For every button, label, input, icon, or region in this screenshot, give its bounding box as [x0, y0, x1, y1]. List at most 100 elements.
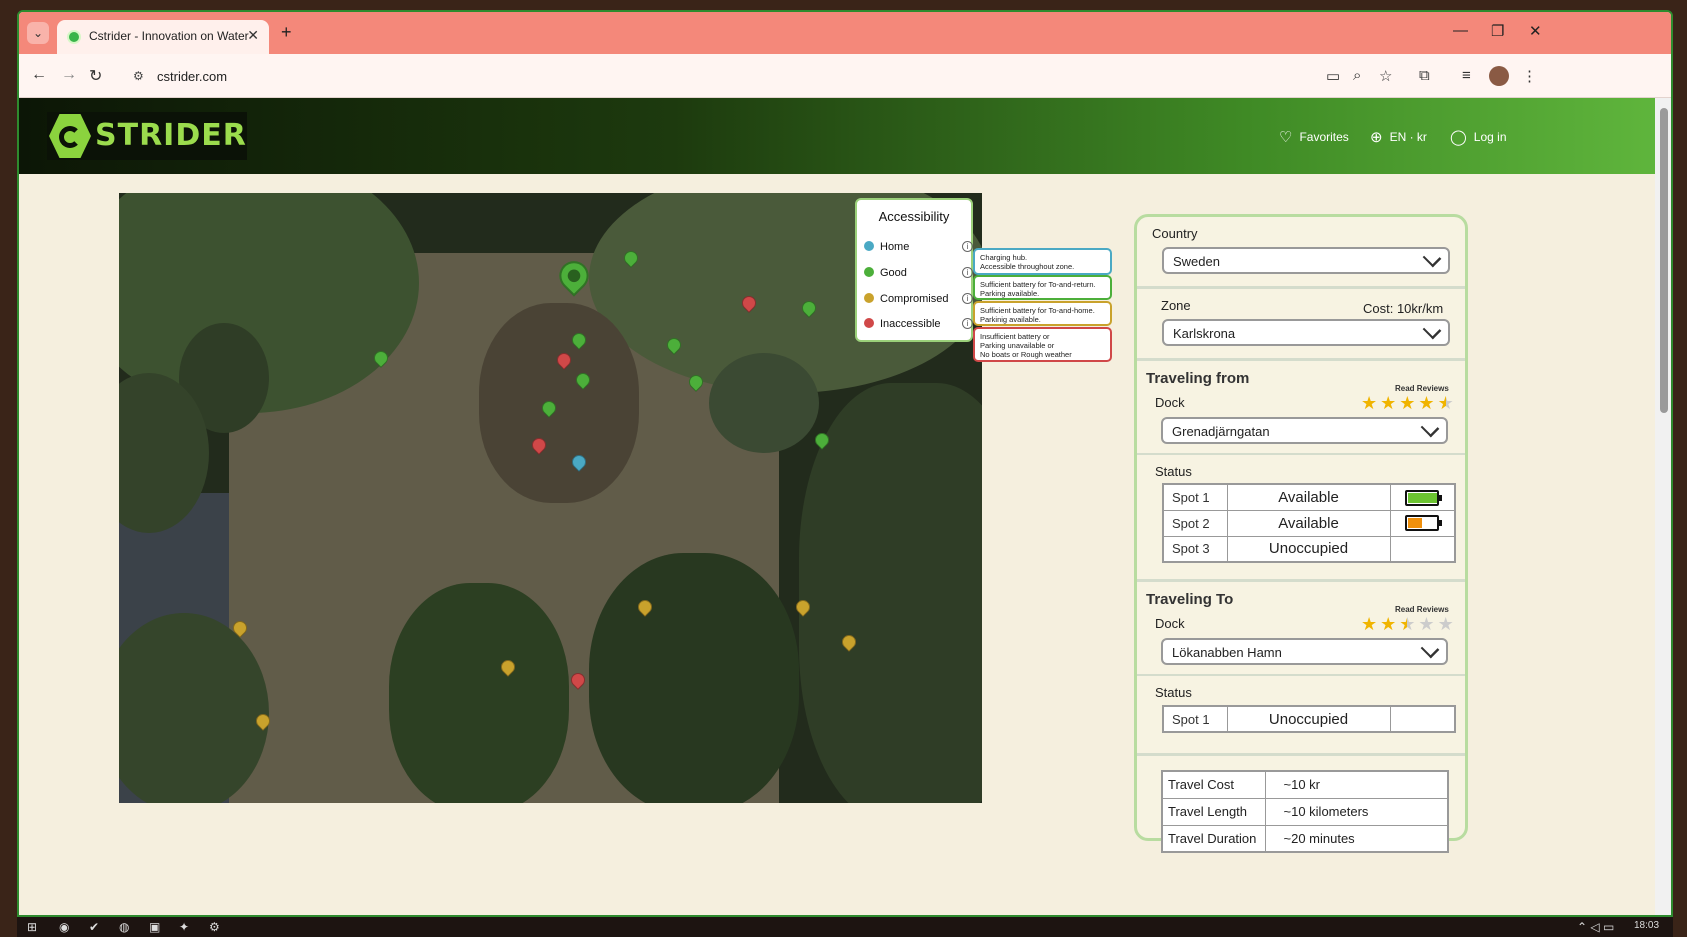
tooltip-line: Parkinig available.: [980, 315, 1041, 324]
map-pin-good[interactable]: [664, 335, 684, 356]
spot-name: Spot 1: [1162, 483, 1228, 511]
map-pin-compromised[interactable]: [230, 618, 250, 639]
settings-gear-icon[interactable]: ⚙: [209, 920, 220, 934]
restore-icon[interactable]: ❐: [1491, 22, 1504, 40]
profile-avatar[interactable]: [1489, 66, 1509, 86]
minimize-icon[interactable]: —: [1453, 22, 1468, 39]
map-pin-compromised[interactable]: [498, 657, 518, 678]
tab-close-icon[interactable]: ✕: [247, 27, 259, 44]
country-select[interactable]: Sweden: [1162, 247, 1450, 274]
map-pin-inaccessible[interactable]: [739, 293, 759, 314]
map-pin-good[interactable]: [539, 398, 559, 419]
map-pin-good[interactable]: [573, 370, 593, 391]
table-row: Spot 1 Unoccupied: [1162, 705, 1456, 733]
extensions-icon[interactable]: ⧉: [1419, 67, 1430, 84]
nav-favorites[interactable]: ♡ Favorites: [1279, 128, 1349, 146]
reload-icon[interactable]: ↻: [89, 66, 102, 86]
map-pin-inaccessible[interactable]: [529, 435, 549, 456]
map-pin-compromised[interactable]: [839, 632, 859, 653]
map-pin-good[interactable]: [621, 248, 641, 269]
map-pin-good[interactable]: [371, 348, 391, 369]
browser-menu-icon[interactable]: ⋮: [1522, 67, 1537, 85]
map-pin-good[interactable]: [569, 330, 589, 351]
spot-state: Available: [1226, 509, 1391, 537]
discord-icon[interactable]: ◍: [119, 920, 129, 934]
spot-battery: [1389, 705, 1456, 733]
cstrider-logo[interactable]: STRIDER: [47, 112, 247, 160]
legend-title: Accessibility: [878, 209, 950, 224]
star-icon: ★: [1361, 614, 1378, 634]
to-status-table: Spot 1 Unoccupied: [1162, 705, 1456, 733]
travel-value: ~10 kilometers: [1264, 797, 1449, 826]
travel-value: ~10 kr: [1264, 770, 1449, 799]
map-pin-compromised[interactable]: [635, 597, 655, 618]
from-read-reviews-link[interactable]: Read Reviews: [1395, 384, 1449, 393]
url-text[interactable]: cstrider.com: [157, 69, 227, 84]
map-pin-good[interactable]: [799, 298, 819, 319]
traveling-to-heading: Traveling To: [1146, 591, 1234, 608]
clock[interactable]: 18:03: [1634, 920, 1659, 931]
install-app-icon[interactable]: ▭: [1326, 67, 1340, 85]
spot-battery: [1389, 509, 1456, 537]
chrome-icon[interactable]: ◉: [59, 920, 69, 934]
media-controls-icon[interactable]: ≡: [1462, 67, 1471, 84]
map-pin-inaccessible[interactable]: [554, 350, 574, 371]
battery-icon: [1405, 489, 1443, 506]
travel-key: Travel Cost: [1161, 770, 1266, 799]
forward-icon[interactable]: →: [61, 66, 77, 84]
star-icon: ★: [1399, 393, 1416, 413]
windows-start-icon[interactable]: ⊞: [27, 920, 37, 934]
chevron-down-icon: [1420, 639, 1440, 659]
travel-key: Travel Length: [1161, 797, 1266, 826]
globe-icon: ⊕: [1370, 129, 1383, 146]
legend-item-label: Good: [880, 267, 907, 279]
steam-icon[interactable]: ✔: [89, 920, 99, 934]
zone-label: Zone: [1161, 298, 1191, 313]
map-pin-inaccessible[interactable]: [568, 670, 588, 691]
traveling-from-heading: Traveling from: [1146, 370, 1250, 387]
tooltip-line: Insufficient battery or: [980, 332, 1050, 341]
good-swatch-icon: [864, 267, 874, 277]
info-icon[interactable]: i: [962, 241, 973, 252]
nav-login[interactable]: ◯ Log in: [1450, 128, 1507, 146]
page-scrollbar[interactable]: [1655, 98, 1671, 915]
nav-language[interactable]: ⊕ EN · kr: [1370, 128, 1427, 146]
satellite-map[interactable]: [119, 193, 982, 803]
user-icon: ◯: [1450, 129, 1467, 146]
map-pin-selected[interactable]: [553, 255, 595, 299]
system-tray-icon[interactable]: ⌃ ◁ ▭: [1577, 920, 1614, 934]
tooltip-compromised: Sufficient battery for To-and-home. Park…: [973, 301, 1112, 326]
zoom-icon[interactable]: ⌕: [1353, 67, 1361, 84]
scrollbar-thumb[interactable]: [1660, 108, 1668, 413]
map-pin-compromised[interactable]: [253, 711, 273, 732]
tab-search-button[interactable]: ⌄: [27, 22, 49, 44]
tooltip-line: Accessible throughout zone.: [980, 262, 1075, 271]
info-icon[interactable]: i: [962, 267, 973, 278]
map-pin-good[interactable]: [686, 372, 706, 393]
to-read-reviews-link[interactable]: Read Reviews: [1395, 605, 1449, 614]
site-info-icon[interactable]: ⚙: [133, 69, 144, 83]
bookmark-star-icon[interactable]: ☆: [1379, 67, 1392, 85]
window-close-icon[interactable]: ✕: [1529, 22, 1542, 40]
back-icon[interactable]: ←: [31, 66, 47, 84]
new-tab-button[interactable]: +: [281, 22, 292, 43]
os-taskbar: ⊞ ◉ ✔ ◍ ▣ ✦ ⚙ ⌃ ◁ ▭ 18:03: [17, 917, 1673, 937]
app-icon[interactable]: ✦: [179, 920, 189, 934]
zone-select[interactable]: Karlskrona: [1162, 319, 1450, 346]
browser-tab[interactable]: Cstrider - Innovation on Water ✕: [57, 20, 269, 54]
map-pin-home[interactable]: [569, 452, 589, 473]
info-icon[interactable]: i: [962, 293, 973, 304]
nav-language-label: EN · kr: [1389, 130, 1427, 144]
tab-title: Cstrider - Innovation on Water: [89, 29, 249, 43]
mail-icon[interactable]: ▣: [149, 920, 160, 934]
travel-key: Travel Duration: [1161, 824, 1266, 853]
map-pin-compromised[interactable]: [793, 597, 813, 618]
info-icon[interactable]: i: [962, 318, 973, 329]
inaccessible-swatch-icon: [864, 318, 874, 328]
map-pin-good[interactable]: [812, 430, 832, 451]
half-star-icon: ★: [1399, 614, 1416, 634]
to-dock-select[interactable]: Lökanabben Hamn: [1161, 638, 1448, 665]
from-dock-select[interactable]: Grenadjärngatan: [1161, 417, 1448, 444]
chevron-down-icon: [1420, 418, 1440, 438]
to-dock-label: Dock: [1155, 616, 1185, 631]
